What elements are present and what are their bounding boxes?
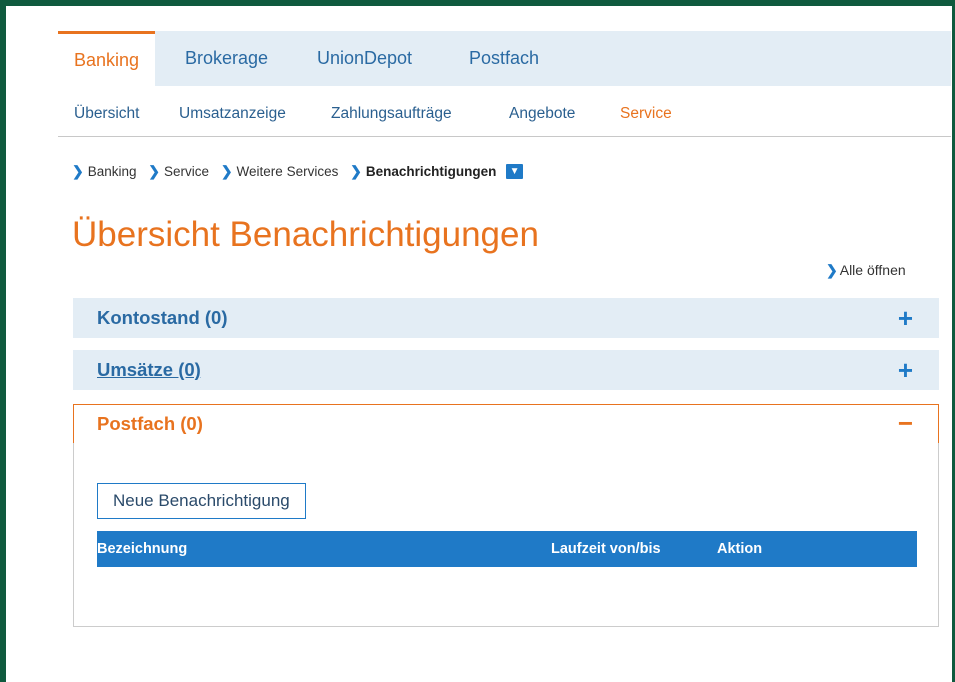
subnav-item-uebersicht[interactable]: Übersicht [74, 86, 139, 136]
section-postfach-content: Neue Benachrichtigung Bezeichnung Laufze… [73, 443, 939, 627]
chevron-right-icon: ❯ [148, 163, 161, 179]
tab-uniondepot[interactable]: UnionDepot [317, 31, 412, 86]
section-umsaetze[interactable]: Umsätze (0) + [73, 350, 939, 390]
tab-brokerage[interactable]: Brokerage [185, 31, 268, 86]
subnav-item-service[interactable]: Service [620, 86, 672, 136]
section-kontostand[interactable]: Kontostand (0) + [73, 298, 939, 338]
expand-all-link[interactable]: ❯ Alle öffnen [826, 262, 906, 279]
section-umsaetze-label: Umsätze (0) [97, 359, 201, 380]
chevron-right-icon: ❯ [220, 163, 233, 179]
plus-icon: + [897, 303, 913, 333]
subnav-item-zahlungsauftraege[interactable]: Zahlungsaufträge [331, 86, 452, 136]
top-navigation: Banking Brokerage UnionDepot Postfach [58, 31, 951, 86]
section-postfach-label: Postfach (0) [97, 413, 203, 434]
minus-icon: − [897, 408, 913, 438]
plus-icon: + [897, 355, 913, 385]
chevron-right-icon: ❯ [350, 163, 362, 179]
column-header-bezeichnung: Bezeichnung [97, 541, 188, 557]
breadcrumb-banking[interactable]: Banking [88, 164, 137, 179]
sub-navigation: Übersicht Umsatzanzeige Zahlungsaufträge… [58, 86, 951, 137]
notifications-table-header: Bezeichnung Laufzeit von/bis Aktion [97, 531, 917, 567]
page-title: Übersicht Benachrichtigungen [72, 215, 539, 254]
tab-banking[interactable]: Banking [58, 31, 156, 86]
section-kontostand-label: Kontostand (0) [97, 307, 228, 328]
column-header-aktion: Aktion [717, 541, 763, 557]
breadcrumb-benachrichtigungen: Benachrichtigungen [365, 164, 497, 179]
breadcrumb-service[interactable]: Service [164, 164, 209, 179]
column-header-laufzeit: Laufzeit von/bis [551, 541, 661, 557]
new-notification-button[interactable]: Neue Benachrichtigung [97, 483, 306, 519]
chevron-right-icon: ❯ [72, 163, 84, 179]
section-postfach[interactable]: Postfach (0) − [73, 404, 939, 444]
expand-all-label: Alle öffnen [839, 262, 906, 278]
tab-postfach[interactable]: Postfach [469, 31, 539, 86]
subnav-item-angebote[interactable]: Angebote [509, 86, 575, 136]
chevron-down-icon[interactable]: ▼ [506, 164, 524, 179]
subnav-item-umsatzanzeige[interactable]: Umsatzanzeige [179, 86, 286, 136]
breadcrumb-weitere-services[interactable]: Weitere Services [237, 164, 339, 179]
chevron-right-icon: ❯ [826, 262, 838, 278]
breadcrumb: ❯ Banking ❯ Service ❯ Weitere Services ❯ Ben… [72, 163, 524, 183]
